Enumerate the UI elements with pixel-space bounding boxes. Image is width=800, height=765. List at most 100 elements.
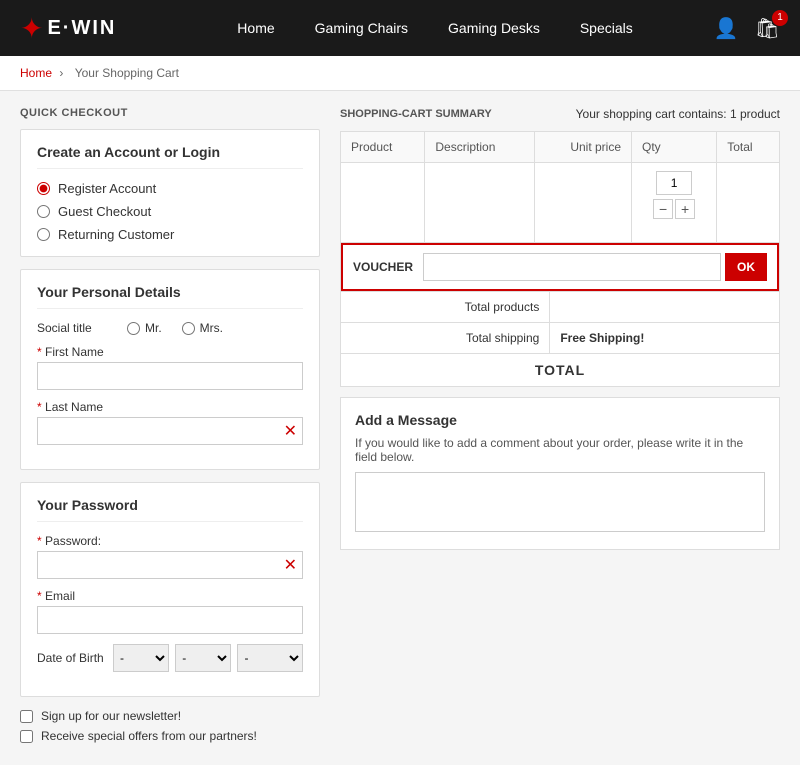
dob-row: Date of Birth - - - xyxy=(37,644,303,672)
social-title-label: Social title xyxy=(37,321,107,335)
qty-decrease-button[interactable]: − xyxy=(653,199,673,219)
password-card-title: Your Password xyxy=(37,497,303,522)
voucher-ok-button[interactable]: OK xyxy=(725,253,767,281)
voucher-label: VOUCHER xyxy=(353,260,413,274)
qty-box: − + xyxy=(642,171,706,219)
guest-radio[interactable] xyxy=(37,205,50,218)
returning-label: Returning Customer xyxy=(58,227,174,242)
grand-total-label: TOTAL xyxy=(341,354,780,387)
email-row: * Email xyxy=(37,589,303,634)
breadcrumb-home[interactable]: Home xyxy=(20,66,52,80)
total-shipping-label: Total shipping xyxy=(341,323,550,354)
personal-details-title: Your Personal Details xyxy=(37,284,303,309)
qty-increase-button[interactable]: + xyxy=(675,199,695,219)
partners-label: Receive special offers from our partners… xyxy=(41,729,257,743)
right-header: SHOPPING-CART SUMMARY Your shopping cart… xyxy=(340,107,780,121)
account-options: Register Account Guest Checkout Returnin… xyxy=(37,181,303,242)
cart-product-image-cell xyxy=(341,163,425,243)
voucher-cell: VOUCHER OK xyxy=(341,243,780,292)
cart-qty-cell: − + xyxy=(632,163,717,243)
cart-icon[interactable]: 🛍 1 xyxy=(755,16,780,41)
last-name-clear-icon[interactable]: ✕ xyxy=(284,421,297,441)
right-panel: SHOPPING-CART SUMMARY Your shopping cart… xyxy=(340,107,780,749)
cart-badge-count: 1 xyxy=(772,10,788,26)
newsletter-checkbox[interactable] xyxy=(20,710,33,723)
grand-total-row: TOTAL xyxy=(341,354,780,387)
logo-text: E·WIN xyxy=(47,17,116,40)
quick-checkout-title: QUICK CHECKOUT xyxy=(20,107,320,119)
dob-day-select[interactable]: - xyxy=(113,644,169,672)
voucher-input[interactable] xyxy=(423,253,721,281)
total-shipping-row: Total shipping Free Shipping! xyxy=(341,323,780,354)
password-label: * Password: xyxy=(37,534,303,548)
register-option[interactable]: Register Account xyxy=(37,181,303,196)
register-radio[interactable] xyxy=(37,182,50,195)
cart-table: Product Description Unit price Qty Total xyxy=(340,131,780,243)
header: ✦ E·WIN Home Gaming Chairs Gaming Desks … xyxy=(0,0,800,56)
nav-chairs[interactable]: Gaming Chairs xyxy=(315,20,408,36)
col-total: Total xyxy=(717,132,780,163)
voucher-wrapper: VOUCHER OK xyxy=(341,243,779,291)
message-title: Add a Message xyxy=(355,412,765,428)
mrs-radio[interactable] xyxy=(182,322,195,335)
col-unit-price: Unit price xyxy=(535,132,632,163)
breadcrumb-current: Your Shopping Cart xyxy=(75,66,179,80)
message-card: Add a Message If you would like to add a… xyxy=(340,397,780,550)
cart-table-header-row: Product Description Unit price Qty Total xyxy=(341,132,780,163)
cart-product-count: Your shopping cart contains: 1 product xyxy=(576,107,780,121)
cart-product-desc-cell xyxy=(425,163,535,243)
dob-label: Date of Birth xyxy=(37,651,107,665)
password-clear-icon[interactable]: ✕ xyxy=(284,555,297,575)
social-title-row: Social title Mr. Mrs. xyxy=(37,321,303,335)
breadcrumb: Home › Your Shopping Cart xyxy=(0,56,800,91)
first-name-input[interactable] xyxy=(37,362,303,390)
logo[interactable]: ✦ E·WIN xyxy=(20,12,116,45)
guest-label: Guest Checkout xyxy=(58,204,151,219)
message-textarea[interactable] xyxy=(355,472,765,532)
header-icons: 👤 🛍 1 xyxy=(714,16,780,41)
mr-radio[interactable] xyxy=(127,322,140,335)
main-nav: Home Gaming Chairs Gaming Desks Specials xyxy=(156,20,713,36)
mrs-option[interactable]: Mrs. xyxy=(182,321,223,335)
returning-radio[interactable] xyxy=(37,228,50,241)
partners-checkbox[interactable] xyxy=(20,730,33,743)
total-shipping-value: Free Shipping! xyxy=(550,323,780,354)
register-label: Register Account xyxy=(58,181,156,196)
user-icon[interactable]: 👤 xyxy=(714,16,739,41)
mr-option[interactable]: Mr. xyxy=(127,321,162,335)
last-name-input-wrapper: ✕ xyxy=(37,417,303,445)
returning-option[interactable]: Returning Customer xyxy=(37,227,303,242)
qty-buttons: − + xyxy=(653,199,695,219)
newsletter-row: Sign up for our newsletter! xyxy=(20,709,320,723)
breadcrumb-separator: › xyxy=(59,66,63,80)
password-input-wrapper: ✕ xyxy=(37,551,303,579)
cart-unit-price-cell xyxy=(535,163,632,243)
nav-home[interactable]: Home xyxy=(237,20,274,36)
logo-star-icon: ✦ xyxy=(20,12,43,45)
message-description: If you would like to add a comment about… xyxy=(355,436,765,464)
col-description: Description xyxy=(425,132,535,163)
account-card: Create an Account or Login Register Acco… xyxy=(20,129,320,257)
mrs-label: Mrs. xyxy=(200,321,223,335)
last-name-row: * Last Name ✕ xyxy=(37,400,303,445)
main-content: QUICK CHECKOUT Create an Account or Logi… xyxy=(0,91,800,765)
total-products-label: Total products xyxy=(341,292,550,323)
password-card: Your Password * Password: ✕ * Email Date… xyxy=(20,482,320,697)
nav-desks[interactable]: Gaming Desks xyxy=(448,20,540,36)
voucher-section: VOUCHER OK Total products Total shipping… xyxy=(340,243,780,387)
password-row: * Password: ✕ xyxy=(37,534,303,579)
email-input[interactable] xyxy=(37,606,303,634)
guest-option[interactable]: Guest Checkout xyxy=(37,204,303,219)
total-products-value xyxy=(550,292,780,323)
dob-year-select[interactable]: - xyxy=(237,644,303,672)
col-qty: Qty xyxy=(632,132,717,163)
cart-summary-title: SHOPPING-CART SUMMARY xyxy=(340,108,492,120)
email-label: * Email xyxy=(37,589,303,603)
dob-month-select[interactable]: - xyxy=(175,644,231,672)
voucher-row: VOUCHER OK xyxy=(341,243,780,292)
cart-item-row: − + xyxy=(341,163,780,243)
password-input[interactable] xyxy=(37,551,303,579)
nav-specials[interactable]: Specials xyxy=(580,20,633,36)
qty-input[interactable] xyxy=(656,171,692,195)
last-name-input[interactable] xyxy=(37,417,303,445)
